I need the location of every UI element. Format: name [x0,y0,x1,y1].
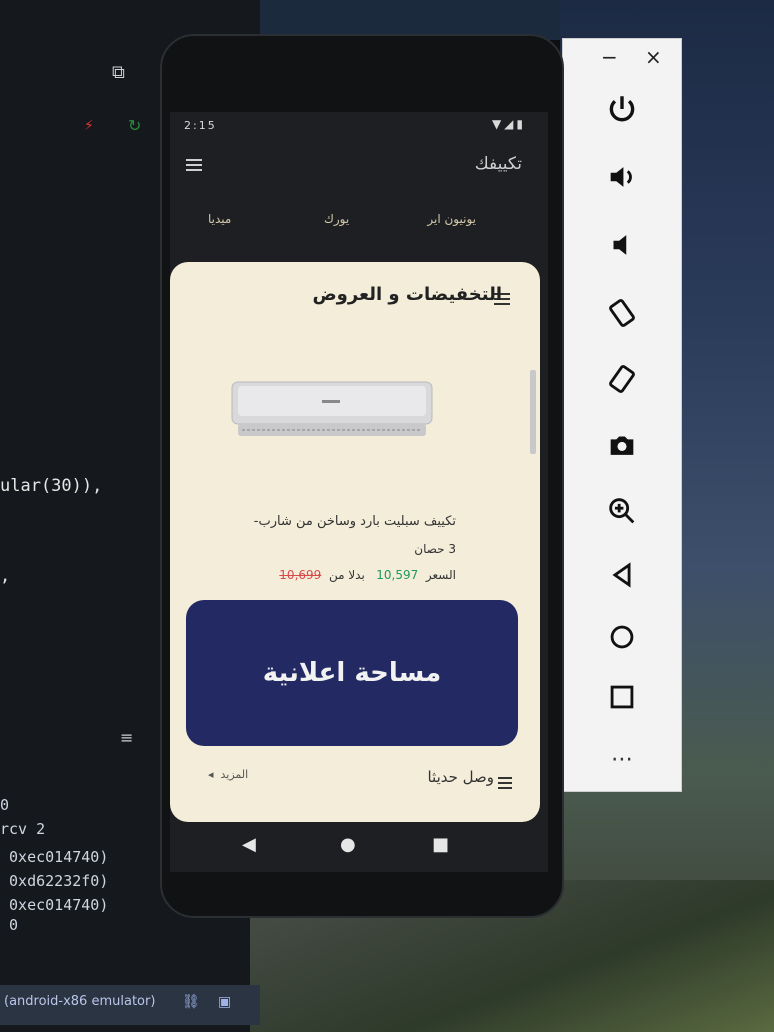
product-capacity: 3 حصان [414,542,456,556]
overview-icon[interactable] [563,675,681,719]
zoom-icon[interactable] [563,489,681,533]
volume-down-icon[interactable] [563,223,681,267]
more-link[interactable]: ◂ المزيد [208,768,248,781]
device-status-label[interactable]: (android-x86 emulator) [4,994,155,1009]
old-price: 10,699 [279,568,322,582]
android-nav-bar: ◀ ● ■ [170,824,548,868]
price-label: السعر [425,568,456,582]
ad-banner[interactable]: مساحة اعلانية [186,600,518,746]
tab-brand[interactable]: يونيون اير [427,212,476,226]
share-icon[interactable]: ⛓ [182,994,200,1010]
ad-banner-text: مساحة اعلانية [262,658,442,688]
next-product-peek[interactable] [530,370,536,454]
android-status-bar: 2:15 ▼◢▮ [170,112,548,140]
tab-brand[interactable]: يورك [324,212,349,226]
power-icon[interactable] [563,87,681,131]
terminal-line: 0xec014740) [0,896,109,914]
app-bar: تكييفك [170,144,548,190]
terminal-line: 0 [0,796,10,814]
rotate-right-icon[interactable] [563,357,681,401]
refresh-icon[interactable]: ↻ [128,116,141,135]
camera-icon[interactable] [563,423,681,467]
terminal-line: 0xd62232f0) [0,872,109,890]
rotate-left-icon[interactable] [563,291,681,335]
offers-card: التخفيضات و العروض تكييف سبليت بارد وساخ… [170,262,540,822]
code-line: , [0,566,11,586]
back-icon[interactable] [563,553,681,597]
code-line: ular(30)), [0,476,103,496]
terminal-line: 0 [0,916,19,934]
hamburger-menu-icon[interactable] [186,156,202,174]
signal-battery-icon: ▼◢▮ [491,117,526,131]
status-time: 2:15 [184,119,217,132]
recent-list-icon [498,774,512,792]
notification-icon[interactable]: ▣ [218,994,231,1010]
nav-overview-icon[interactable]: ■ [432,834,449,855]
tab-brand[interactable]: ميديا [208,212,231,226]
home-icon[interactable] [563,615,681,659]
device-icon[interactable]: ⧉ [112,62,125,83]
recent-section-title: وصل حديثا [427,768,494,786]
brand-tabs: يونيون اير يورك ميديا [170,206,548,236]
nav-home-icon[interactable]: ● [340,834,356,855]
product-name[interactable]: تكييف سبليت بارد وساخن من شارب- [254,514,456,529]
volume-up-icon[interactable] [563,155,681,199]
close-button[interactable]: × [645,45,662,69]
minimize-button[interactable]: − [601,45,618,69]
app-title: تكييفك [474,154,522,174]
air-conditioner-image[interactable] [230,380,435,442]
instead-label: بدلا من [328,568,365,582]
current-price: 10,597 [376,568,419,582]
price-row: السعر 10,597 بدلا من 10,699 [279,568,456,582]
section-title: التخفيضات و العروض [312,284,502,305]
more-icon[interactable]: ⋯ [563,737,681,781]
more-link-label: المزيد [220,768,249,781]
emulator-toolbar: − × ⋯ [562,38,682,792]
terminal-line: 0xec014740) [0,848,109,866]
bolt-icon[interactable]: ⚡ [84,118,94,134]
terminal-line: rcv 2 [0,820,46,838]
nav-back-icon[interactable]: ◀ [242,834,256,855]
phone-screen: 2:15 ▼◢▮ تكييفك يونيون اير يورك ميديا ال… [170,112,548,872]
list-icon[interactable]: ≡ [120,728,133,747]
